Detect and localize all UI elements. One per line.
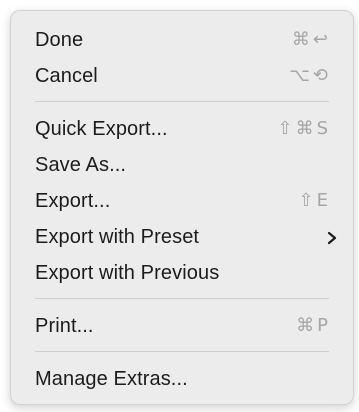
- chevron-right-icon: [327, 231, 337, 245]
- menu-item-export[interactable]: Export... ⇧E: [11, 183, 353, 219]
- menu-item-label: Done: [35, 29, 84, 51]
- menu-item-export-with-preset[interactable]: Export with Preset: [11, 219, 353, 255]
- shortcut-hint: ⌘↩: [291, 29, 331, 50]
- menu-item-label: Print...: [35, 315, 94, 337]
- shortcut-hint: ⇧⌘S: [277, 118, 331, 139]
- menu-item-manage-extras[interactable]: Manage Extras...: [11, 361, 353, 397]
- menu-separator: [35, 298, 329, 299]
- menu-item-label: Quick Export...: [35, 118, 168, 140]
- menu-item-done[interactable]: Done ⌘↩: [11, 22, 353, 58]
- menu-item-quick-export[interactable]: Quick Export... ⇧⌘S: [11, 111, 353, 147]
- menu-item-label: Export with Preset: [35, 226, 200, 248]
- menu-item-label: Cancel: [35, 65, 98, 87]
- menu-item-label: Export with Previous: [35, 262, 220, 284]
- shortcut-hint: ⌘P: [296, 315, 331, 336]
- shortcut-hint: ⌥⟲: [289, 65, 331, 86]
- menu-item-cancel[interactable]: Cancel ⌥⟲: [11, 58, 353, 94]
- menu-item-label: Manage Extras...: [35, 368, 188, 390]
- menu-separator: [35, 101, 329, 102]
- menu-item-print[interactable]: Print... ⌘P: [11, 308, 353, 344]
- menu-item-export-with-previous[interactable]: Export with Previous: [11, 255, 353, 291]
- menu-item-label: Save As...: [35, 154, 127, 176]
- menu-item-label: Export...: [35, 190, 111, 212]
- menu-separator: [35, 351, 329, 352]
- shortcut-hint: ⇧E: [298, 190, 331, 211]
- context-menu: Done ⌘↩ Cancel ⌥⟲ Quick Export... ⇧⌘S Sa…: [10, 10, 354, 405]
- menu-item-save-as[interactable]: Save As...: [11, 147, 353, 183]
